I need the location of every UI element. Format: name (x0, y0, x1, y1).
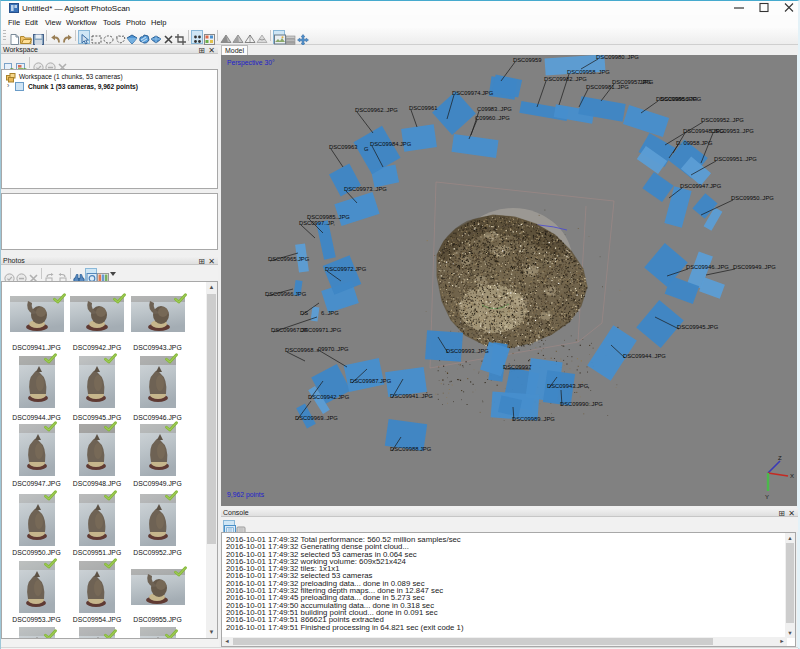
svg-text:DSC09962..JPG: DSC09962..JPG (355, 107, 398, 113)
svg-text:DSC09981..JPG: DSC09981..JPG (586, 84, 629, 90)
svg-text:C09983..JPG: C09983..JPG (477, 106, 512, 112)
svg-text:DSC09958..JPG: DSC09958..JPG (567, 69, 610, 75)
svg-text:DSC09944..JPG: DSC09944..JPG (623, 353, 666, 359)
svg-text:DSC09961: DSC09961 (409, 105, 437, 111)
svg-text:Y: Y (765, 494, 769, 500)
svg-text:DSC09963: DSC09963 (329, 144, 357, 150)
svg-text:DSC09949..JPG: DSC09949..JPG (733, 264, 776, 270)
svg-text:X: X (790, 473, 794, 479)
svg-text:DSC09959: DSC09959 (513, 57, 541, 63)
svg-text:DS: DS (300, 310, 308, 316)
svg-text:DSC09943.JPG: DSC09943.JPG (547, 383, 589, 389)
svg-text:G: G (364, 146, 369, 152)
svg-text:DSC09987.JPG: DSC09987.JPG (350, 378, 392, 384)
svg-text:DSC09989..JPG: DSC09989..JPG (512, 416, 555, 422)
svg-text:DSC09965.JPG: DSC09965.JPG (268, 256, 310, 262)
svg-text:DSC09941..JPG: DSC09941..JPG (390, 393, 433, 399)
svg-text:Perspective 30°: Perspective 30° (227, 59, 275, 67)
svg-text:DSC09969..JPG: DSC09969..JPG (295, 415, 338, 421)
svg-text:DSC09946..JPG: DSC09946..JPG (686, 264, 729, 270)
svg-text:Z: Z (778, 455, 782, 461)
svg-text:DSC09951..JPG: DSC09951..JPG (714, 156, 757, 162)
svg-text:DSC09990..JPG: DSC09990..JPG (560, 401, 603, 407)
svg-text:DSC0997..JP,: DSC0997..JP, (299, 220, 335, 226)
svg-text:DSC09993..JPG: DSC09993..JPG (446, 348, 489, 354)
svg-text:DSC09956.JPG: DSC09956.JPG (660, 96, 702, 102)
svg-text:DSC09947.JPG: DSC09947.JPG (680, 183, 722, 189)
svg-text:DSC09988.JPG: DSC09988.JPG (390, 446, 432, 452)
svg-text:DSC09971.JPG: DSC09971.JPG (300, 327, 342, 333)
svg-text:DSC09953..JPG: DSC09953..JPG (711, 128, 754, 134)
svg-text:9,962 points: 9,962 points (227, 491, 265, 499)
svg-text:DSC09968..s: DSC09968..s (285, 347, 320, 353)
svg-text:D. 09958.JPG: D. 09958.JPG (676, 140, 713, 146)
svg-text:DSC09966.JPG: DSC09966.JPG (265, 291, 307, 297)
svg-text:DSC09974.JPG: DSC09974.JPG (452, 90, 494, 96)
svg-text:DSC09942.JPG: DSC09942.JPG (308, 394, 350, 400)
svg-text:09970..JPG: 09970..JPG (318, 346, 349, 352)
svg-text:DSC09950..JPG: DSC09950..JPG (731, 195, 774, 201)
svg-text:DSC09945.JPG: DSC09945.JPG (677, 324, 719, 330)
svg-text:C09960..JPG: C09960..JPG (475, 115, 510, 121)
svg-text:DSC09972.JPG: DSC09972.JPG (325, 266, 367, 272)
svg-text:DSC09997: DSC09997 (503, 364, 531, 370)
svg-text:DSC09980..JPG: DSC09980..JPG (596, 55, 639, 60)
svg-text:DSC09984.JPG: DSC09984.JPG (370, 141, 412, 147)
svg-text:DSC09973..JPG: DSC09973..JPG (344, 186, 387, 192)
svg-text:DSC09952..JPG: DSC09952..JPG (701, 117, 744, 123)
svg-text:DSC09982..JPG: DSC09982..JPG (544, 76, 587, 82)
svg-text:6..JPG: 6..JPG (321, 310, 339, 316)
